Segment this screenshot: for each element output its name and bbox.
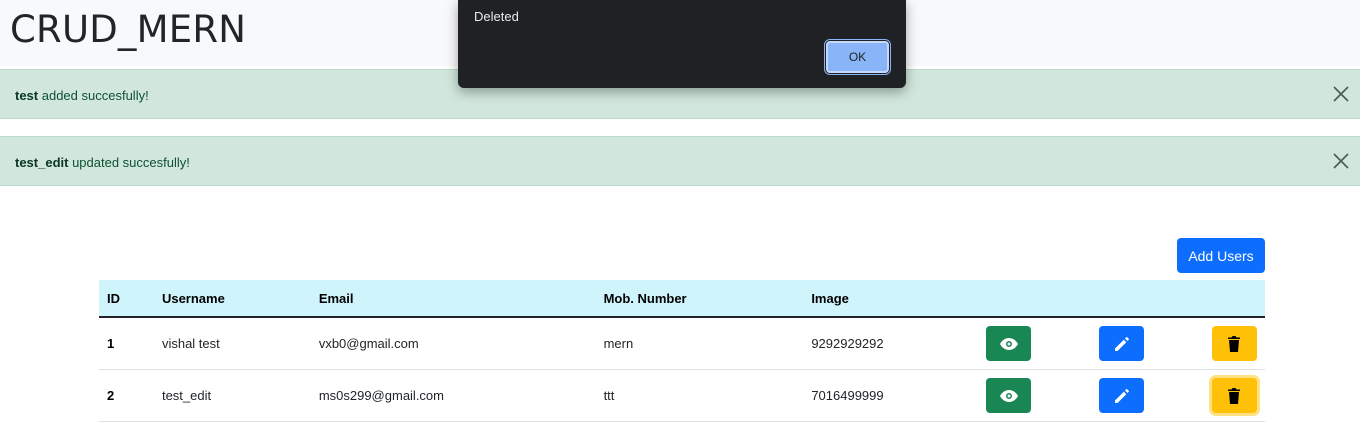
alert-text: added succesfully! [38,88,149,103]
cell-edit [1091,317,1204,370]
cell-email: vxb0@gmail.com [310,317,596,370]
brand-title[interactable]: CRUD_MERN [10,8,246,51]
view-button[interactable] [986,326,1032,361]
eye-icon [999,337,1018,350]
cell-view [978,369,1092,422]
cell-delete [1203,369,1265,422]
trash-icon [1228,335,1241,352]
cell-id: 2 [99,369,154,422]
header-empty [1091,280,1204,318]
add-users-button[interactable]: Add Users [1177,238,1265,273]
cell-image: 7016499999 [803,369,979,422]
header-image: Image [803,280,979,318]
header-empty [978,280,1092,318]
alert-dialog: Deleted OK [458,0,906,88]
eye-icon [999,389,1018,402]
table-row: 2 test_edit ms0s299@gmail.com ttt 701649… [99,369,1265,422]
cell-username: test_edit [153,369,311,422]
cell-email: ms0s299@gmail.com [310,369,596,422]
cell-mobile: mern [595,317,804,370]
alert-message: test added succesfully! [15,88,149,103]
header-id: ID [99,280,154,318]
pencil-icon [1114,336,1129,351]
table-header-row: ID Username Email Mob. Number Image [99,280,1265,318]
cell-mobile: ttt [595,369,804,422]
view-button[interactable] [986,378,1032,413]
alert-text: updated succesfully! [68,155,190,170]
delete-button[interactable] [1211,378,1257,413]
header-username: Username [153,280,311,318]
header-empty [1203,280,1265,318]
edit-button[interactable] [1099,378,1145,413]
cell-view [978,317,1092,370]
dialog-message: Deleted [474,9,519,24]
edit-button[interactable] [1099,326,1145,361]
delete-button[interactable] [1211,326,1257,361]
alert-bold-name: test [15,88,39,103]
header-mobile: Mob. Number [595,280,804,318]
cell-username: vishal test [153,317,311,370]
cell-delete [1203,317,1265,370]
users-table: ID Username Email Mob. Number Image 1 vi… [99,280,1265,422]
close-icon[interactable] [1332,152,1350,170]
pencil-icon [1114,388,1129,403]
close-icon[interactable] [1332,85,1350,103]
alert-updated: test_edit updated succesfully! [0,136,1360,186]
alert-bold-name: test_edit [15,155,69,170]
ok-button[interactable]: OK [824,39,891,75]
header-email: Email [310,280,596,318]
cell-id: 1 [99,317,154,370]
cell-edit [1091,369,1204,422]
cell-image: 9292929292 [803,317,979,370]
table-row: 1 vishal test vxb0@gmail.com mern 929292… [99,317,1265,370]
alert-message: test_edit updated succesfully! [15,155,190,170]
trash-icon [1228,387,1241,404]
